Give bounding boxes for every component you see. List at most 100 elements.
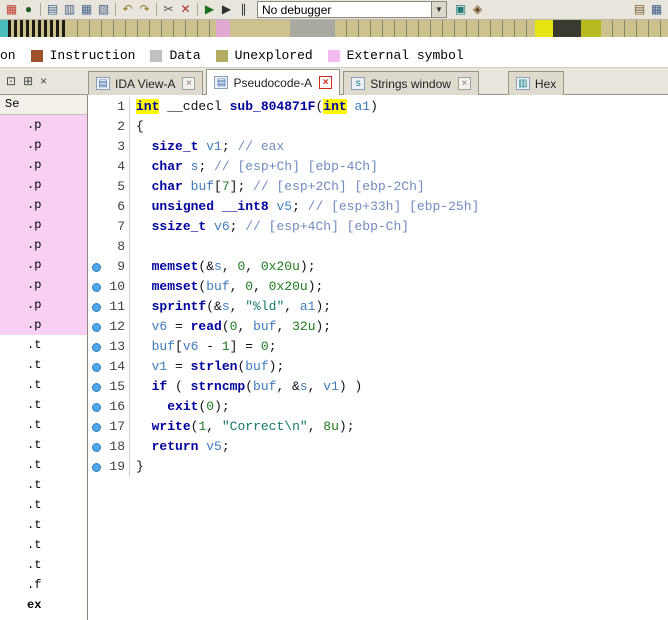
code-line[interactable]: 1 int __cdecl sub_804871F(int a1)	[88, 97, 668, 117]
segment-list-item[interactable]: .t	[0, 555, 87, 575]
address-dot[interactable]	[91, 382, 101, 392]
code-token[interactable]: ,	[284, 299, 300, 314]
open-file-icon[interactable]: ▦	[3, 1, 20, 18]
code-token[interactable]: (	[222, 319, 230, 334]
code-line[interactable]: 18 return v5;	[88, 437, 668, 457]
segment-list-item[interactable]: .p	[0, 315, 87, 335]
code-token[interactable]: v6	[214, 219, 230, 234]
database-icon[interactable]: ●	[20, 1, 37, 18]
code-token[interactable]	[136, 319, 152, 334]
navband-segment[interactable]	[290, 20, 335, 37]
segment-list-item[interactable]: .p	[0, 295, 87, 315]
address-dot[interactable]	[91, 282, 101, 292]
address-dot[interactable]	[91, 322, 101, 332]
code-token[interactable]: );	[316, 319, 332, 334]
code-token[interactable]: ] =	[230, 339, 261, 354]
code-token[interactable]: );	[339, 419, 355, 434]
code-token[interactable]: ,	[230, 299, 246, 314]
code-token[interactable]: v6	[183, 339, 199, 354]
navband-segment[interactable]	[535, 20, 553, 37]
segment-list-item[interactable]: .t	[0, 535, 87, 555]
code-token[interactable]: sub_804871F	[230, 99, 316, 114]
code-token[interactable]: 8u	[323, 419, 339, 434]
code-token[interactable]: ) )	[339, 379, 362, 394]
code-line[interactable]: 6 unsigned __int8 v5; // [esp+33h] [ebp-…	[88, 197, 668, 217]
code-token[interactable]: 0	[261, 339, 269, 354]
code-line[interactable]: 16 exit(0);	[88, 397, 668, 417]
code-token[interactable]: // [esp+33h] [ebp-25h]	[308, 199, 480, 214]
code-token[interactable]	[136, 379, 152, 394]
debugger-selector-value[interactable]: No debugger	[258, 3, 431, 17]
segment-list-item[interactable]: .p	[0, 155, 87, 175]
code-token[interactable]	[136, 199, 152, 214]
code-token[interactable]: (	[167, 379, 190, 394]
code-token[interactable]: ;	[292, 199, 308, 214]
code-token[interactable]: {	[136, 119, 144, 134]
enums-icon[interactable]: ▧	[95, 1, 112, 18]
code-token[interactable]: ,	[308, 379, 324, 394]
segment-list-item[interactable]: .t	[0, 495, 87, 515]
code-token[interactable]: ,	[222, 259, 238, 274]
code-line[interactable]: 17 write(1, "Correct\n", 8u);	[88, 417, 668, 437]
segment-list-item[interactable]: .f	[0, 575, 87, 595]
code-token[interactable]: ssize_t	[152, 219, 207, 234]
code-token[interactable]: ;	[198, 159, 214, 174]
code-token[interactable]: if	[152, 379, 168, 394]
pseudocode-view[interactable]: 1 int __cdecl sub_804871F(int a1) 2{3 size…	[88, 95, 668, 620]
code-token[interactable]: 0	[206, 399, 214, 414]
segment-list-item[interactable]: .t	[0, 475, 87, 495]
structures-icon[interactable]: ▦	[78, 1, 95, 18]
cut-icon[interactable]: ✂	[160, 1, 177, 18]
code-token[interactable]: s	[300, 379, 308, 394]
code-token[interactable]: [	[175, 339, 183, 354]
code-token[interactable]: ;	[269, 339, 277, 354]
tab-strings[interactable]: s Strings window ×	[343, 71, 479, 95]
segment-list-item[interactable]: .t	[0, 395, 87, 415]
tab-pseudocode[interactable]: ▤ Pseudocode-A ×	[206, 69, 341, 95]
segment-list-item[interactable]: .t	[0, 375, 87, 395]
code-token[interactable]: ,	[206, 419, 222, 434]
address-dot[interactable]	[91, 462, 101, 472]
code-token[interactable]: 0x20u	[261, 259, 300, 274]
address-dot[interactable]	[91, 262, 101, 272]
navband-segment[interactable]	[0, 20, 8, 37]
code-token[interactable]: ;	[222, 139, 238, 154]
start-process-icon[interactable]: ▶	[201, 1, 218, 18]
segment-list-item[interactable]: .p	[0, 215, 87, 235]
ida-view-icon[interactable]: ▤	[44, 1, 61, 18]
code-line[interactable]: 9 memset(&s, 0, 0x20u);	[88, 257, 668, 277]
code-token[interactable]: s	[214, 259, 222, 274]
segment-list-item[interactable]: .t	[0, 455, 87, 475]
code-line[interactable]: 4 char s; // [esp+Ch] [ebp-4Ch]	[88, 157, 668, 177]
address-dot[interactable]	[91, 402, 101, 412]
code-line[interactable]: 11 sprintf(&s, "%ld", a1);	[88, 297, 668, 317]
segments-panel-header[interactable]: Se	[0, 95, 87, 115]
code-token[interactable]: buf	[152, 339, 175, 354]
address-dot[interactable]	[91, 342, 101, 352]
code-token[interactable]: strncmp	[191, 379, 246, 394]
navigation-band[interactable]	[0, 20, 668, 37]
jump-back-icon[interactable]: ↶	[119, 1, 136, 18]
code-token[interactable]: char	[152, 179, 183, 194]
navband-segment[interactable]	[66, 20, 216, 37]
tab-ida-view[interactable]: ▤ IDA View-A ×	[88, 71, 204, 95]
code-token[interactable]	[136, 219, 152, 234]
code-token[interactable]: [	[214, 179, 222, 194]
code-token[interactable]	[136, 419, 152, 434]
code-token[interactable]: =	[167, 359, 190, 374]
tab-hex[interactable]: ▥ Hex	[507, 71, 565, 95]
segment-list-item[interactable]: .t	[0, 435, 87, 455]
code-line[interactable]: 13 buf[v6 - 1] = 0;	[88, 337, 668, 357]
code-token[interactable]	[136, 259, 152, 274]
code-token[interactable]	[183, 159, 191, 174]
close-panel-icon[interactable]: ×	[40, 74, 47, 88]
navband-segment[interactable]	[581, 20, 601, 37]
code-token[interactable]: read	[191, 319, 222, 334]
code-token[interactable]: ;	[230, 219, 246, 234]
code-token[interactable]: v5	[276, 199, 292, 214]
code-token[interactable]: a1	[354, 99, 370, 114]
code-line[interactable]: 3 size_t v1; // eax	[88, 137, 668, 157]
navband-segment[interactable]	[553, 20, 581, 37]
pause-process-icon[interactable]: ∥	[235, 1, 252, 18]
code-token[interactable]: ];	[230, 179, 253, 194]
